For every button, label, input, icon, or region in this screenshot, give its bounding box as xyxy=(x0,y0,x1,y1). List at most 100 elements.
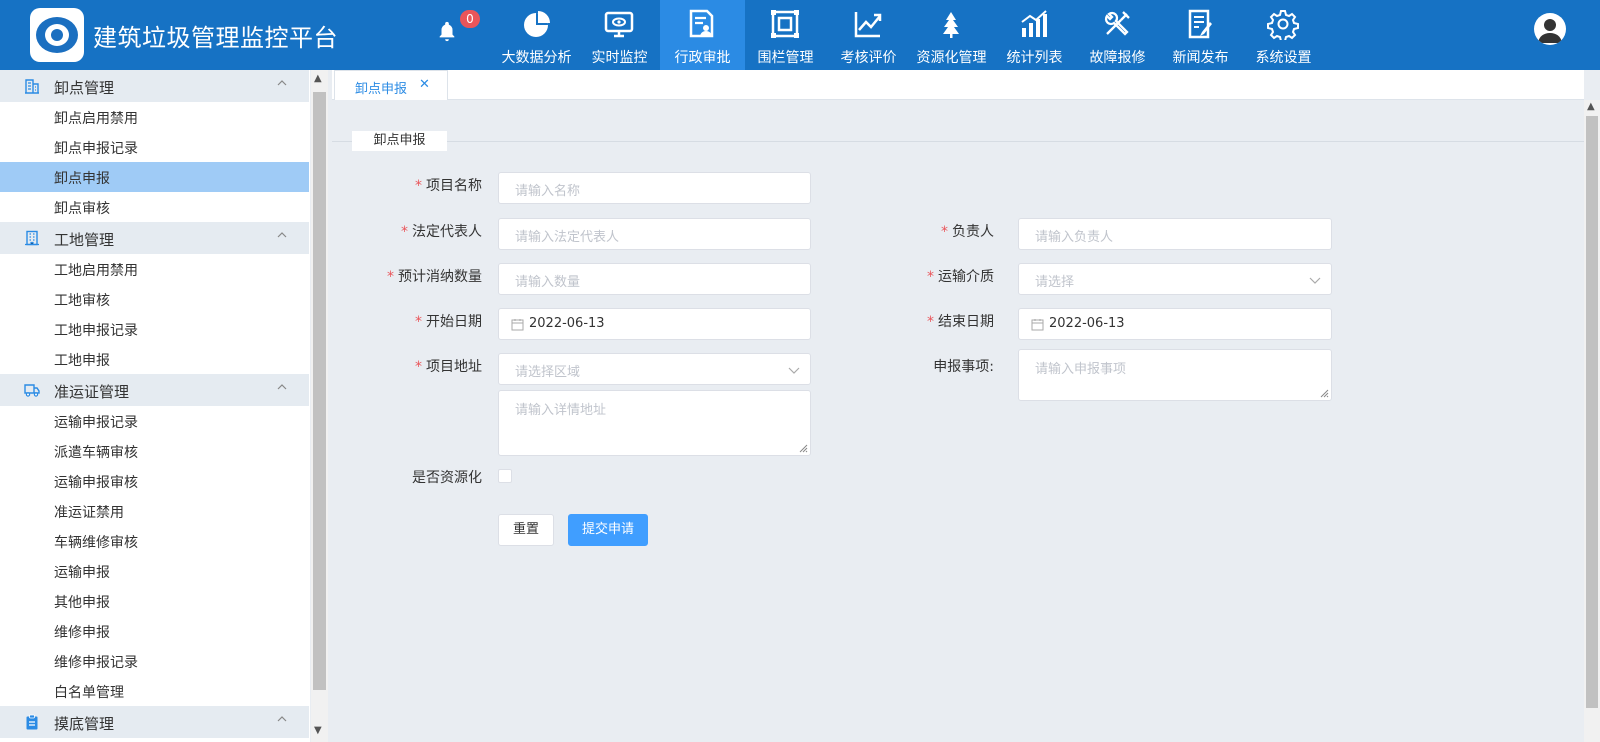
main-scrollbar[interactable]: ▲ xyxy=(1584,100,1600,742)
clipboard-icon xyxy=(26,714,38,730)
section-divider xyxy=(332,141,1584,142)
start-date-value: 2022-06-13 xyxy=(529,316,605,331)
scrollbar-thumb[interactable] xyxy=(313,92,326,690)
sidebar-item[interactable]: 准运证禁用 xyxy=(0,496,309,526)
sidebar-item-label: 工地审核 xyxy=(54,293,110,309)
nav-system-settings[interactable]: 系统设置 xyxy=(1241,0,1326,70)
sidebar-item-label: 工地启用禁用 xyxy=(54,263,138,279)
scroll-down-arrow-icon[interactable]: ▼ xyxy=(314,725,322,736)
project-name-input[interactable]: 请输入名称 xyxy=(498,172,811,204)
end-date-value: 2022-06-13 xyxy=(1049,316,1125,331)
nav-admin-approval[interactable]: 行政审批 xyxy=(660,0,745,70)
chevron-up-icon xyxy=(277,80,287,86)
resize-grip-icon[interactable] xyxy=(798,443,808,453)
transport-medium-select[interactable]: 请选择 xyxy=(1018,263,1332,295)
nav-fault-repair[interactable]: 故障报修 xyxy=(1075,0,1160,70)
sidebar-group-survey[interactable]: 摸底管理 xyxy=(0,706,309,738)
nav-realtime-monitor[interactable]: 实时监控 xyxy=(577,0,662,70)
person-in-charge-label: * 负责人 xyxy=(941,224,994,240)
scroll-up-arrow-icon[interactable]: ▲ xyxy=(1587,101,1595,112)
sidebar-item[interactable]: 派遣车辆审核 xyxy=(0,436,309,466)
sidebar-item[interactable]: 运输申报记录 xyxy=(0,406,309,436)
tools-icon xyxy=(1104,11,1130,36)
sidebar-item[interactable]: 维修申报记录 xyxy=(0,646,309,676)
sidebar-item-active[interactable]: 卸点申报 xyxy=(0,162,309,192)
close-icon[interactable]: ✕ xyxy=(419,77,430,92)
sidebar-item[interactable]: 工地申报 xyxy=(0,344,309,374)
expected-quantity-label: * 预计消纳数量 xyxy=(387,269,482,285)
chevron-down-icon xyxy=(1309,277,1321,284)
nav-big-data[interactable]: 大数据分析 xyxy=(494,0,579,70)
sidebar-scrollbar[interactable]: ▲ ▼ xyxy=(311,70,328,742)
region-select[interactable]: 请选择区域 xyxy=(498,353,811,385)
sidebar-group-label: 准运证管理 xyxy=(54,383,130,401)
sidebar-group-unloading[interactable]: 卸点管理 xyxy=(0,70,309,102)
sidebar-item-label: 卸点申报 xyxy=(54,171,110,187)
sidebar-group-permit[interactable]: 准运证管理 xyxy=(0,374,309,406)
sidebar-item-label: 运输申报审核 xyxy=(54,475,138,491)
sidebar-item-label: 维修申报记录 xyxy=(54,655,138,671)
gear-icon xyxy=(1267,10,1299,40)
scrollbar-thumb[interactable] xyxy=(1586,116,1598,708)
user-icon xyxy=(1538,19,1562,43)
person-in-charge-input[interactable]: 请输入负责人 xyxy=(1018,218,1332,250)
tab-bar: 卸点申报 ✕ xyxy=(332,70,1584,100)
nav-label: 行政审批 xyxy=(674,50,731,66)
nav-fence-management[interactable]: 围栏管理 xyxy=(743,0,828,70)
sidebar-item[interactable]: 白名单管理 xyxy=(0,676,309,706)
trend-chart-icon xyxy=(854,12,882,38)
building-icon xyxy=(25,79,39,94)
bell-icon[interactable] xyxy=(436,20,458,42)
calendar-icon xyxy=(511,319,524,331)
notification-badge: 0 xyxy=(460,10,480,28)
nav-news-publish[interactable]: 新闻发布 xyxy=(1158,0,1243,70)
sidebar-item[interactable]: 工地启用禁用 xyxy=(0,254,309,284)
user-avatar[interactable] xyxy=(1534,13,1566,45)
sidebar-item-label: 运输申报记录 xyxy=(54,415,138,431)
submit-button[interactable]: 提交申请 xyxy=(568,514,648,546)
sidebar-item[interactable]: 卸点审核 xyxy=(0,192,309,222)
top-bar: 建筑垃圾管理监控平台 0 大数据分析 实时监控 行政审批 围栏管理 考核评价 资… xyxy=(0,0,1600,70)
placeholder: 请选择 xyxy=(1035,275,1075,290)
detail-address-textarea[interactable]: 请输入详情地址 xyxy=(498,390,811,456)
scroll-up-arrow-icon[interactable]: ▲ xyxy=(314,73,322,84)
sidebar-item-label: 卸点启用禁用 xyxy=(54,111,138,127)
end-date-picker[interactable]: 2022-06-13 xyxy=(1018,308,1332,340)
office-icon xyxy=(25,230,39,246)
sidebar-item-label: 工地申报记录 xyxy=(54,323,138,339)
is-resource-checkbox[interactable] xyxy=(498,469,512,483)
sidebar-item[interactable]: 维修申报 xyxy=(0,616,309,646)
sidebar-item[interactable]: 运输申报审核 xyxy=(0,466,309,496)
truck-icon xyxy=(24,384,40,397)
calendar-icon xyxy=(1031,319,1044,331)
nav-assessment[interactable]: 考核评价 xyxy=(826,0,911,70)
app-title: 建筑垃圾管理监控平台 xyxy=(93,24,338,52)
resize-grip-icon[interactable] xyxy=(1319,388,1329,398)
sidebar-item[interactable]: 车辆维修审核 xyxy=(0,526,309,556)
start-date-label: * 开始日期 xyxy=(415,314,482,330)
eye-logo-icon xyxy=(30,8,84,62)
expected-quantity-input[interactable]: 请输入数量 xyxy=(498,263,811,295)
sidebar-item[interactable]: 卸点申报记录 xyxy=(0,132,309,162)
placeholder: 请输入数量 xyxy=(515,275,581,290)
legal-rep-input[interactable]: 请输入法定代表人 xyxy=(498,218,811,250)
nav-label: 新闻发布 xyxy=(1172,50,1229,66)
tab-unloading-declare[interactable]: 卸点申报 ✕ xyxy=(334,70,448,100)
reset-button[interactable]: 重置 xyxy=(498,514,554,546)
sidebar-item[interactable]: 卸点启用禁用 xyxy=(0,102,309,132)
sidebar-item[interactable]: 其他申报 xyxy=(0,586,309,616)
approval-doc-icon xyxy=(689,9,714,38)
sidebar-item[interactable]: 工地审核 xyxy=(0,284,309,314)
pie-chart-icon xyxy=(524,11,550,37)
start-date-picker[interactable]: 2022-06-13 xyxy=(498,308,811,340)
sidebar: 卸点管理 卸点启用禁用 卸点申报记录 卸点申报 卸点审核 工地管理 工地启用禁用… xyxy=(0,70,310,742)
declaration-items-label: 申报事项: xyxy=(933,359,994,375)
end-date-label: * 结束日期 xyxy=(927,314,994,330)
sidebar-item[interactable]: 运输申报 xyxy=(0,556,309,586)
nav-statistics-list[interactable]: 统计列表 xyxy=(992,0,1077,70)
sidebar-item[interactable]: 工地申报记录 xyxy=(0,314,309,344)
main-content: 卸点申报 * 项目名称 请输入名称 * 法定代表人 请输入法定代表人 * 负责人 请输… xyxy=(332,100,1584,742)
sidebar-group-site[interactable]: 工地管理 xyxy=(0,222,309,254)
nav-resource-management[interactable]: 资源化管理 xyxy=(909,0,994,70)
declaration-items-textarea[interactable]: 请输入申报事项 xyxy=(1018,349,1332,401)
